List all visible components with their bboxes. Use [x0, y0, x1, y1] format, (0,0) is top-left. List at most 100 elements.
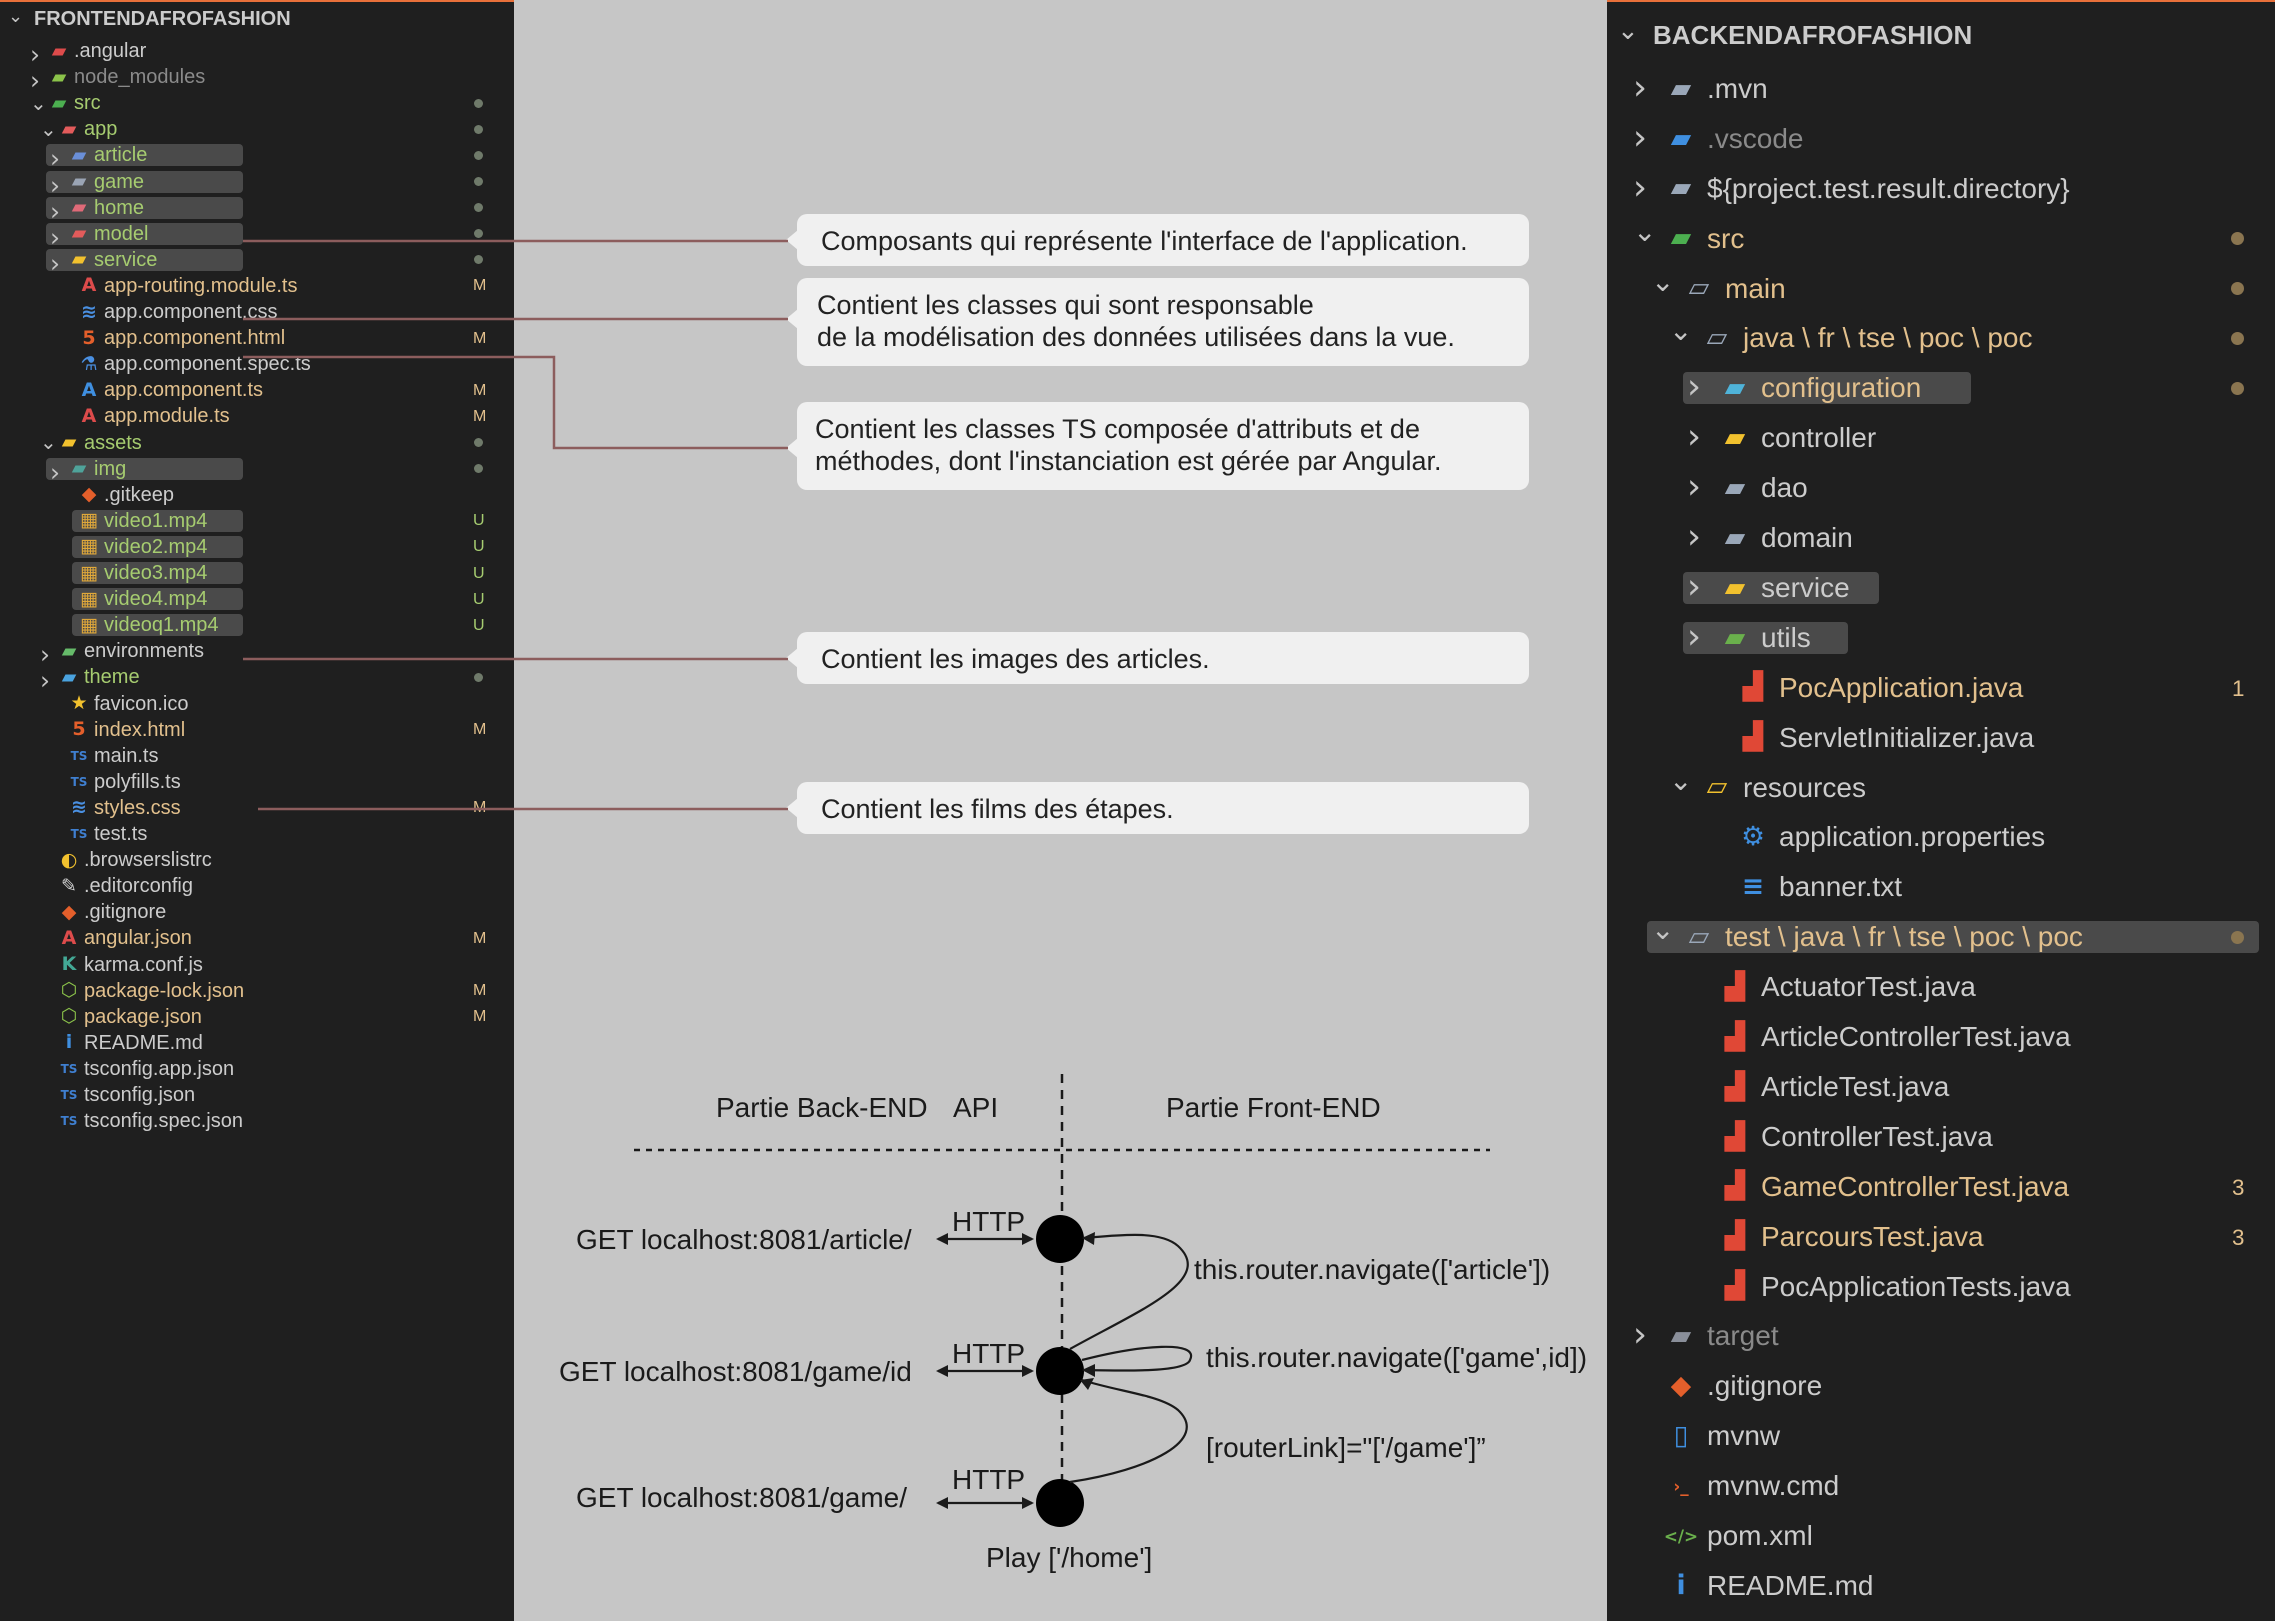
chevron-down-icon[interactable]: ⌄ — [40, 430, 57, 454]
tree-item-environments[interactable]: › ▰ environments — [0, 638, 514, 669]
tree-item-domain[interactable]: › ▰ domain — [1607, 513, 2275, 563]
chevron-down-icon[interactable]: ⌄ — [1651, 913, 1674, 946]
tree-item-tsconfig-spec-json[interactable]: TS tsconfig.spec.json — [0, 1108, 514, 1134]
tree-item-app-module-ts[interactable]: Aapp.module.ts M — [0, 403, 514, 429]
tree-item-actuatortest-java[interactable]: ▟ ActuatorTest.java — [1607, 962, 2275, 1012]
tree-item-controller[interactable]: › ▰ controller — [1607, 413, 2275, 463]
tree-item-app-routing-module-ts[interactable]: Aapp-routing.module.ts M — [0, 273, 514, 299]
tree-item-node-modules[interactable]: › ▰ node_modules — [0, 64, 514, 95]
chevron-down-icon[interactable]: ⌄ — [40, 117, 57, 141]
tree-item-gitignore[interactable]: ◆ .gitignore — [0, 899, 514, 925]
tree-item-gitkeep[interactable]: ◆ .gitkeep — [0, 482, 514, 508]
tree-item-tsconfig-json[interactable]: TS tsconfig.json — [0, 1082, 514, 1108]
tree-item-pom-xml[interactable]: </> pom.xml — [1607, 1511, 2275, 1561]
tree-item-application-properties[interactable]: ⚙ application.properties — [1607, 813, 2275, 863]
git-status-badge: U — [473, 538, 485, 556]
chevron-right-icon[interactable]: › — [1687, 467, 1701, 507]
chevron-right-icon[interactable]: › — [1633, 68, 1647, 108]
tree-item-test-ts[interactable]: TS test.ts — [0, 821, 514, 847]
chevron-down-icon[interactable]: ⌄ — [1651, 265, 1674, 298]
tree-item-video1-mp4[interactable]: ▦ video1.mp4 U — [0, 508, 514, 534]
tree-item-home[interactable]: › ▰ home — [0, 195, 514, 226]
tree-item-app-component-spec-ts[interactable]: ⚗ app.component.spec.ts — [0, 351, 514, 377]
frontend-explorer-header[interactable]: ⌄ FRONTENDAFROFASHION — [0, 0, 514, 34]
tree-item-app-component-html[interactable]: 5 app.component.html M — [0, 325, 514, 351]
tree-item-pocapplicationtests-java[interactable]: ▟ PocApplicationTests.java — [1607, 1262, 2275, 1312]
tree-item-app[interactable]: ⌄ ▰ app — [0, 116, 514, 142]
tree-item-service[interactable]: › ▰ service — [1607, 563, 2275, 613]
tree-item-dao[interactable]: › ▰ dao — [1607, 463, 2275, 513]
tree-item-servletinitializer-java[interactable]: ▟ ServletInitializer.java — [1607, 713, 2275, 763]
chevron-down-icon[interactable]: ⌄ — [1617, 16, 1639, 46]
tree-item-video2-mp4[interactable]: ▦ video2.mp4 U — [0, 534, 514, 560]
tree-item-package-json[interactable]: ⬡ package.json M — [0, 1004, 514, 1030]
tree-item-app-component-ts[interactable]: Aapp.component.ts M — [0, 377, 514, 403]
chevron-down-icon[interactable]: ⌄ — [1669, 314, 1692, 347]
chevron-right-icon[interactable]: › — [1687, 417, 1701, 457]
tree-item-article[interactable]: › ▰ article — [0, 142, 514, 173]
tree-item-package-lock-json[interactable]: ⬡ package-lock.json M — [0, 978, 514, 1004]
tree-item-readme-md[interactable]: i README.md — [0, 1030, 514, 1056]
tree-item-parcourstest-java[interactable]: ▟ ParcoursTest.java 3 — [1607, 1212, 2275, 1262]
tree-item-pocapplication-java[interactable]: ▟ PocApplication.java 1 — [1607, 663, 2275, 713]
tree-item-index-html[interactable]: 5 index.html M — [0, 717, 514, 743]
tree-item-utils[interactable]: › ▰ utils — [1607, 613, 2275, 663]
tree-item-tsconfig-app-json[interactable]: TS tsconfig.app.json — [0, 1056, 514, 1082]
tree-item-vscode[interactable]: › ▰ .vscode — [1607, 114, 2275, 164]
chevron-right-icon[interactable]: › — [1687, 367, 1701, 407]
tree-item-editorconfig[interactable]: ✎ .editorconfig — [0, 873, 514, 899]
tree-item-resources[interactable]: ⌄ ▱ resources — [1607, 763, 2275, 813]
tree-item-test-java-fr-tse-poc-poc[interactable]: ⌄ ▱ test \ java \ fr \ tse \ poc \ poc — [1607, 912, 2275, 962]
tree-item-favicon-ico[interactable]: ★ favicon.ico — [0, 691, 514, 717]
tree-item-img[interactable]: › ▰ img — [0, 456, 514, 487]
tree-item-controllertest-java[interactable]: ▟ ControllerTest.java — [1607, 1112, 2275, 1162]
tree-item-game[interactable]: › ▰ game — [0, 169, 514, 200]
tree-item-configuration[interactable]: › ▰ configuration — [1607, 363, 2275, 413]
request-game-id-url: GET localhost:8081/game/id — [559, 1356, 912, 1387]
tree-item-video4-mp4[interactable]: ▦ video4.mp4 U — [0, 586, 514, 612]
tree-item-theme[interactable]: › ▰ theme — [0, 664, 514, 695]
tree-item-target[interactable]: › ▰ target — [1607, 1312, 2275, 1362]
tree-item-styles-css[interactable]: ≋ styles.css M — [0, 795, 514, 821]
tree-item-mvnw-cmd[interactable]: ›_ mvnw.cmd — [1607, 1461, 2275, 1511]
chevron-down-icon[interactable]: ⌄ — [30, 91, 47, 115]
tree-item-assets[interactable]: ⌄ ▰ assets — [0, 430, 514, 456]
chevron-down-icon[interactable]: ⌄ — [1633, 215, 1656, 248]
tree-item-gitignore[interactable]: ◆ .gitignore — [1607, 1361, 2275, 1411]
tree-item-java-fr-tse-poc-poc[interactable]: ⌄ ▱ java \ fr \ tse \ poc \ poc — [1607, 314, 2275, 364]
tree-item-articlecontrollertest-java[interactable]: ▟ ArticleControllerTest.java — [1607, 1012, 2275, 1062]
callout-images: Contient les images des articles. — [797, 632, 1529, 684]
chevron-right-icon[interactable]: › — [1687, 567, 1701, 607]
tree-item-karma-conf-js[interactable]: Kkarma.conf.js — [0, 952, 514, 978]
tree-item-service[interactable]: › ▰ service — [0, 247, 514, 278]
chevron-down-icon[interactable]: ⌄ — [8, 6, 23, 27]
chevron-down-icon[interactable]: ⌄ — [1669, 764, 1692, 797]
tree-item-articletest-java[interactable]: ▟ ArticleTest.java — [1607, 1062, 2275, 1112]
tree-item-app-component-css[interactable]: ≋ app.component.css — [0, 299, 514, 325]
chevron-right-icon[interactable]: › — [1687, 617, 1701, 657]
tree-item-project-test-result-directory[interactable]: › ▰ ${project.test.result.directory} — [1607, 164, 2275, 214]
tree-item-mvnw[interactable]: ▯ mvnw — [1607, 1411, 2275, 1461]
tree-item-browserslistrc[interactable]: ◐ .browserslistrc — [0, 847, 514, 873]
tree-item-src[interactable]: ⌄ ▰ src — [0, 90, 514, 116]
tree-item-main-ts[interactable]: TS main.ts — [0, 743, 514, 769]
chevron-right-icon[interactable]: › — [1633, 1315, 1647, 1355]
chevron-right-icon[interactable]: › — [1633, 118, 1647, 158]
tree-item-mvn[interactable]: › ▰ .mvn — [1607, 64, 2275, 114]
tree-item-readme-md[interactable]: i README.md — [1607, 1561, 2275, 1611]
tree-item-banner-txt[interactable]: ≡ banner.txt — [1607, 862, 2275, 912]
tree-item-src[interactable]: ⌄ ▰ src — [1607, 214, 2275, 264]
chevron-right-icon[interactable]: › — [1687, 517, 1701, 557]
tree-item-label: .gitkeep — [104, 483, 175, 506]
tree-item-gamecontrollertest-java[interactable]: ▟ GameControllerTest.java 3 — [1607, 1162, 2275, 1212]
tree-item-angular-json[interactable]: Aangular.json M — [0, 925, 514, 951]
tree-item-polyfills-ts[interactable]: TS polyfills.ts — [0, 769, 514, 795]
chevron-right-icon[interactable]: › — [1633, 168, 1647, 208]
tree-item-main[interactable]: ⌄ ▱ main — [1607, 264, 2275, 314]
tree-item-label: app.component.spec.ts — [104, 353, 311, 376]
tree-item-angular[interactable]: › ▰ .angular — [0, 38, 514, 69]
tree-item-video3-mp4[interactable]: ▦ video3.mp4 U — [0, 560, 514, 586]
tree-item-model[interactable]: › ▰ model — [0, 221, 514, 252]
backend-explorer-header[interactable]: ⌄ BACKENDAFROFASHION — [1607, 0, 2275, 64]
tree-item-videoq1-mp4[interactable]: ▦ videoq1.mp4 U — [0, 612, 514, 638]
